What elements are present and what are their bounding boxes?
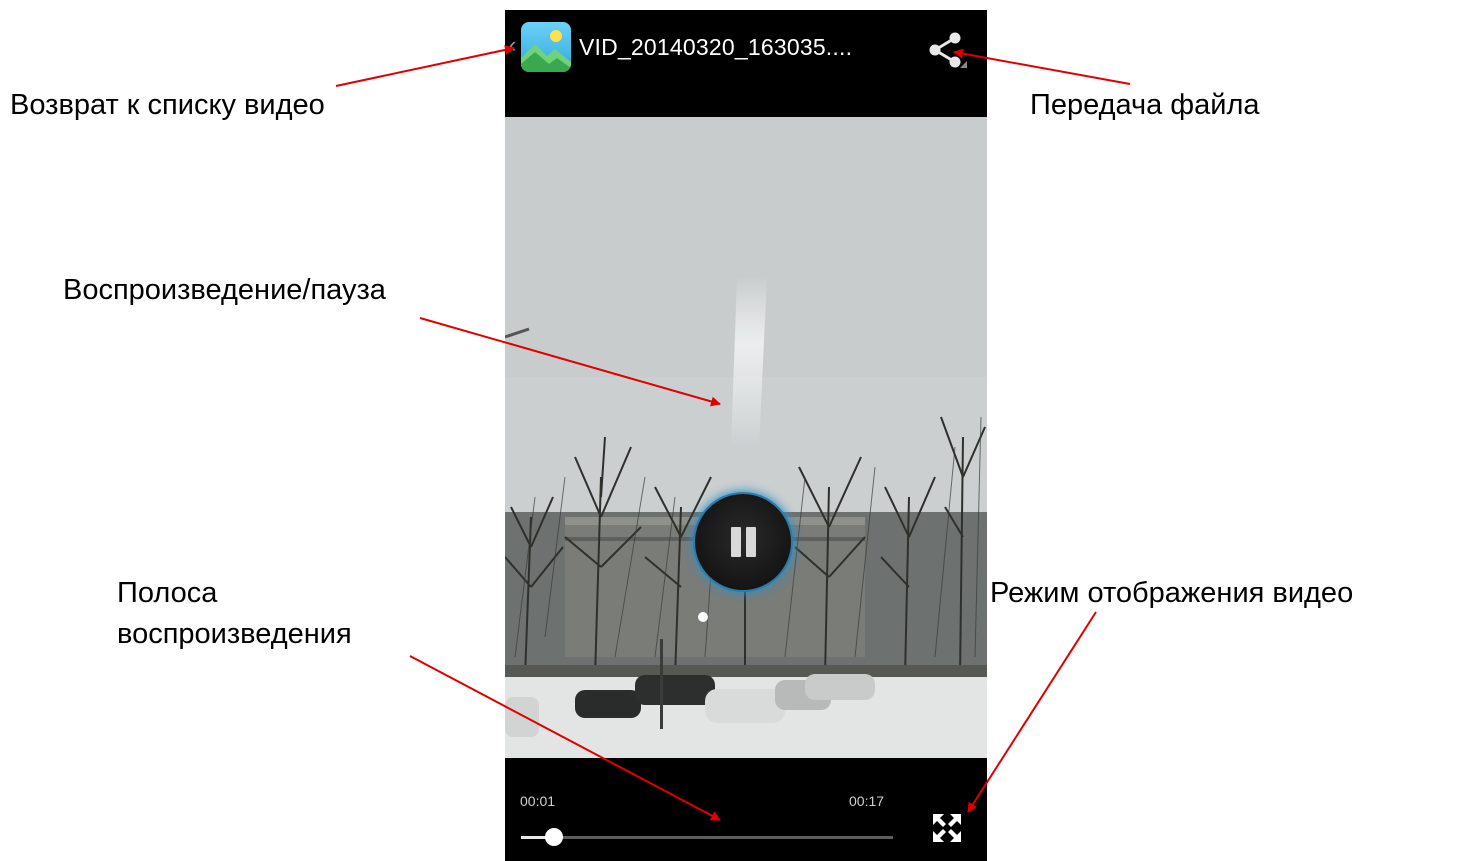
- callout-back: Возврат к списку видео: [10, 89, 325, 121]
- fullscreen-icon: [933, 814, 961, 842]
- arrow-display-mode: [967, 611, 1097, 813]
- callout-seekbar-line2: воспроизведения: [117, 618, 352, 650]
- total-duration: 00:17: [849, 793, 885, 809]
- video-player: ‹ VID_20140320_163035.... 00:01 00:17: [505, 10, 987, 861]
- arrow-back: [335, 44, 515, 87]
- gallery-app-icon[interactable]: [521, 22, 571, 72]
- seek-bar-thumb[interactable]: [545, 828, 564, 846]
- seek-bar[interactable]: [521, 828, 893, 846]
- chevron-left-icon[interactable]: ‹: [509, 32, 516, 58]
- player-controls: 00:01 00:17: [505, 758, 987, 861]
- video-frame[interactable]: [505, 117, 987, 758]
- current-time: 00:01: [520, 793, 556, 809]
- callout-share: Передача файла: [1030, 89, 1260, 121]
- video-scene: [505, 117, 987, 758]
- callout-play-pause: Воспроизведение/пауза: [63, 274, 386, 306]
- player-top-bar: ‹ VID_20140320_163035....: [505, 10, 987, 117]
- share-button[interactable]: [923, 24, 971, 72]
- landscape-icon: [521, 30, 571, 72]
- callout-display-mode: Режим отображения видео: [990, 577, 1354, 609]
- display-mode-button[interactable]: [929, 810, 965, 846]
- callout-seekbar-line1: Полоса: [117, 577, 218, 609]
- video-title: VID_20140320_163035....: [579, 34, 853, 60]
- share-icon: [929, 32, 967, 68]
- play-pause-button[interactable]: [695, 494, 791, 590]
